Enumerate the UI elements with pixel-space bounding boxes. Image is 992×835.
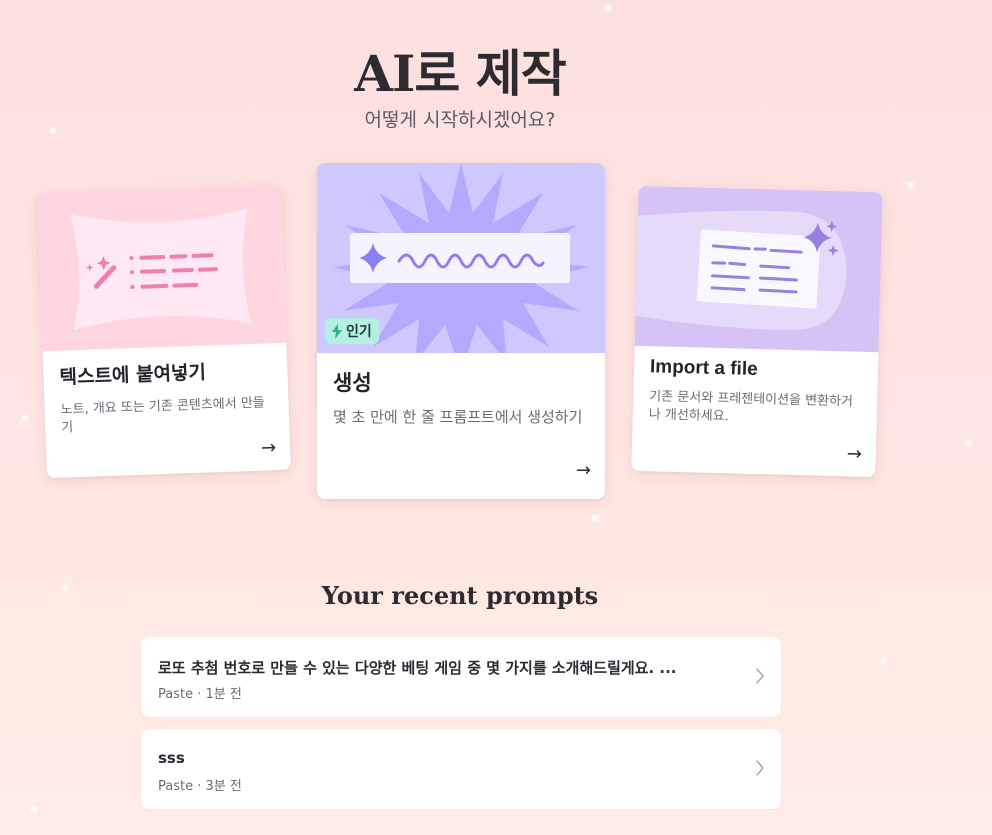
recent-prompts-heading: Your recent prompts <box>321 581 599 610</box>
arrow-right-icon[interactable]: → <box>846 443 862 464</box>
arrow-right-icon[interactable]: → <box>261 437 277 459</box>
generate-title: 생성 <box>333 371 372 395</box>
document-import-icon <box>635 210 847 330</box>
page-title: AI로 제작 <box>354 44 567 103</box>
sparkle-decoration <box>22 415 28 421</box>
popular-badge: 인기 <box>325 318 379 344</box>
recent-prompt-meta: Paste · 3분 전 <box>158 779 242 794</box>
recent-prompt-item[interactable]: sss Paste · 3분 전 <box>141 729 781 809</box>
import-file-description: 기존 문서와 프레젠테이션을 변환하거나 개선하세요. <box>648 389 854 425</box>
generate-card[interactable]: 인기 생성 몇 초 만에 한 줄 프롬프트에서 생성하기 → <box>317 163 605 499</box>
sparkle-decoration <box>605 5 611 11</box>
import-file-title: Import a file <box>649 356 758 381</box>
paste-text-description: 노트, 개요 또는 기존 콘텐츠에서 만들기 <box>60 395 266 436</box>
chevron-right-icon[interactable] <box>755 667 765 685</box>
chevron-right-icon[interactable] <box>755 759 765 777</box>
recent-prompt-item[interactable]: 로또 추첨 번호로 만들 수 있는 다양한 베팅 게임 중 몇 가지를 소개해드… <box>141 637 781 717</box>
import-file-card[interactable]: Import a file 기존 문서와 프레젠테이션을 변환하거나 개선하세요… <box>631 185 883 478</box>
lightning-icon <box>332 323 342 339</box>
paste-text-title: 텍스트에 붙여넣기 <box>59 361 207 389</box>
recent-prompt-title: 로또 추첨 번호로 만들 수 있는 다양한 베팅 게임 중 몇 가지를 소개해드… <box>158 659 677 677</box>
generate-description: 몇 초 만에 한 줄 프롬프트에서 생성하기 <box>333 408 583 426</box>
arrow-right-icon[interactable]: → <box>576 460 591 481</box>
paste-text-card[interactable]: 텍스트에 붙여넣기 노트, 개요 또는 기존 콘텐츠에서 만들기 → <box>37 184 291 479</box>
sparkle-decoration <box>908 182 914 188</box>
paste-text-illustration <box>37 184 287 352</box>
page-subtitle: 어떻게 시작하시겠어요? <box>364 109 556 131</box>
sparkle-decoration <box>880 658 886 664</box>
sparkle-decoration <box>966 440 972 446</box>
generate-illustration: 인기 <box>317 163 605 353</box>
paste-document-icon <box>69 208 252 331</box>
sparkle-decoration <box>31 806 37 812</box>
sparkle-decoration <box>592 515 598 521</box>
popular-badge-label: 인기 <box>346 324 372 340</box>
import-file-illustration <box>634 185 883 353</box>
recent-prompt-title: sss <box>158 749 185 767</box>
recent-prompt-meta: Paste · 1분 전 <box>158 687 242 702</box>
